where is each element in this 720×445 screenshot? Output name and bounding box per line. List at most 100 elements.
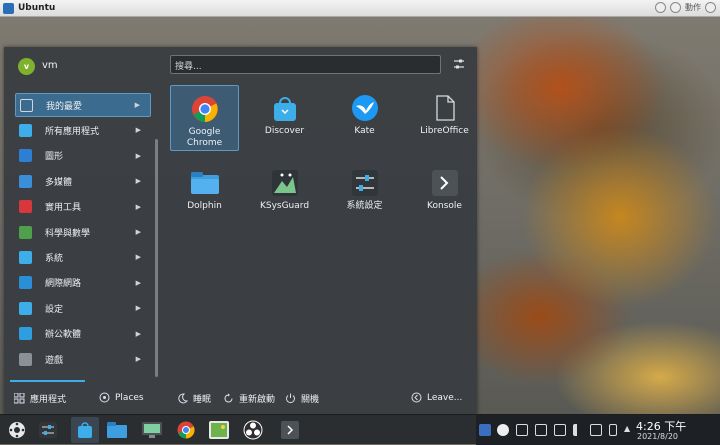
tab-places-label: Places — [115, 392, 144, 403]
system-settings-icon — [351, 170, 378, 196]
app-tile-label: Discover — [264, 126, 305, 136]
sidebar-item-3[interactable]: 多媒體 ▶ — [15, 169, 151, 193]
grid-icon — [14, 393, 25, 404]
sidebar-item-label: 我的最愛 — [46, 101, 83, 112]
chevron-right-icon: ▶ — [135, 304, 141, 313]
launcher-header: v vm 搜尋... — [4, 47, 477, 85]
app-tile-system-settings[interactable]: 系統設定 — [330, 160, 399, 226]
search-input[interactable]: 搜尋... — [170, 55, 441, 74]
chrome-icon — [191, 96, 218, 122]
notifications-icon[interactable] — [554, 424, 566, 436]
sidebar-item-8[interactable]: 設定 ▶ — [15, 296, 151, 320]
chevron-right-icon: ▶ — [135, 151, 141, 160]
taskbar: ▲ 4:26 下午 2021/8/20 — [0, 414, 720, 445]
shutdown-label: 關機 — [301, 395, 320, 405]
sidebar-item-4[interactable]: 實用工具 ▶ — [15, 195, 151, 219]
multimedia-icon — [19, 174, 32, 188]
sidebar-item-0[interactable]: 我的最愛 ▶ — [15, 93, 151, 117]
app-tile-chrome[interactable]: Google Chrome — [170, 85, 239, 151]
app-tile-dolphin[interactable]: Dolphin — [170, 160, 239, 226]
sidebar-item-7[interactable]: 網際網路 ▶ — [15, 271, 151, 295]
avatar[interactable]: v — [18, 58, 35, 75]
chevron-right-icon: ▶ — [134, 101, 140, 109]
sidebar-item-label: 實用工具 — [45, 203, 82, 214]
app-tile-discover[interactable]: Discover — [250, 85, 319, 151]
chevron-right-icon: ▶ — [135, 278, 141, 287]
shutdown-button[interactable]: 關機 — [285, 392, 319, 405]
restart-icon — [224, 393, 233, 403]
action-menu[interactable]: 動作 — [685, 2, 701, 13]
refresh-icon[interactable] — [655, 2, 666, 13]
settings-icon[interactable] — [670, 2, 681, 13]
app-tile-libreoffice[interactable]: LibreOffice — [410, 85, 479, 151]
category-sidebar: 我的最愛 ▶ 所有應用程式 ▶ 圖形 ▶ 多媒體 ▶ 實用工具 ▶ 科學與數學 ▶ 系統 ▶ 網際網路 ▶ 設定… — [10, 93, 151, 377]
taskbar-konsole[interactable] — [276, 417, 304, 443]
ksysguard-icon — [271, 170, 298, 196]
app-tile-label: Konsole — [427, 201, 462, 211]
tab-places[interactable]: Places — [99, 392, 144, 403]
discover-icon — [78, 422, 92, 438]
chevron-right-icon: ▶ — [135, 126, 141, 135]
configure-icon[interactable] — [452, 57, 466, 71]
window-title: Ubuntu — [18, 3, 56, 13]
leave-button[interactable]: Leave... — [411, 392, 462, 403]
taskbar-dolphin[interactable] — [103, 417, 131, 443]
taskbar-chrome[interactable] — [172, 417, 200, 443]
battery-icon[interactable] — [609, 424, 617, 436]
settings-icon — [19, 301, 32, 315]
sidebar-item-9[interactable]: 辦公軟體 ▶ — [15, 322, 151, 346]
konsole-icon — [281, 421, 299, 439]
compass-icon — [99, 392, 110, 403]
office-icon — [19, 327, 32, 341]
clipboard-icon[interactable] — [516, 424, 528, 436]
launcher-button[interactable] — [3, 417, 31, 443]
chevron-right-icon: ▶ — [135, 177, 141, 186]
sleep-button[interactable]: 睡眠 — [177, 392, 211, 405]
network-icon[interactable] — [590, 424, 602, 436]
application-launcher: v vm 搜尋... 我的最愛 ▶ 所有應用程式 ▶ 圖形 ▶ 多媒體 ▶ 實用工具 ▶ 科學與數學… — [4, 47, 477, 414]
volume-icon[interactable] — [573, 424, 585, 436]
screenshot-icon[interactable] — [535, 424, 547, 436]
clock-date[interactable]: 2021/8/20 — [637, 432, 678, 441]
chrome-icon — [177, 421, 195, 439]
taskbar-system-settings[interactable] — [34, 417, 62, 443]
sidebar-item-2[interactable]: 圖形 ▶ — [15, 144, 151, 168]
sleep-icon — [178, 393, 188, 404]
tray-expand-icon[interactable]: ▲ — [624, 424, 630, 433]
obs-tray-icon[interactable] — [497, 424, 509, 436]
chevron-right-icon: ▶ — [135, 355, 141, 363]
taskbar-image-viewer[interactable] — [205, 417, 233, 443]
tab-applications-label: 應用程式 — [30, 395, 67, 405]
monitor-icon — [142, 422, 162, 438]
toolbox-icon — [19, 200, 32, 214]
restart-label: 重新啟動 — [239, 395, 276, 405]
plasma-icon — [9, 422, 25, 438]
input-method-icon[interactable] — [479, 424, 491, 436]
close-icon[interactable] — [705, 2, 716, 13]
app-tile-konsole[interactable]: Konsole — [410, 160, 479, 226]
sidebar-scrollbar[interactable] — [155, 139, 158, 377]
taskbar-ksysguard[interactable] — [138, 417, 166, 443]
taskbar-discover[interactable] — [71, 417, 99, 443]
leave-label: Leave... — [427, 392, 463, 403]
sidebar-item-label: 設定 — [45, 304, 64, 315]
app-tile-label: Dolphin — [187, 201, 222, 211]
app-tile-kate[interactable]: Kate — [330, 85, 399, 151]
tab-applications[interactable]: 應用程式 — [14, 392, 66, 405]
image-viewer-icon — [209, 421, 229, 439]
sleep-label: 睡眠 — [193, 395, 212, 405]
dolphin-icon — [190, 172, 219, 194]
sidebar-item-1[interactable]: 所有應用程式 ▶ — [15, 118, 151, 142]
sidebar-item-label: 遊戲 — [45, 355, 64, 366]
app-tile-ksysguard[interactable]: KSysGuard — [250, 160, 319, 226]
launcher-footer: 應用程式 Places 睡眠 重新啟動 關機 Leave... — [4, 388, 477, 412]
chevron-right-icon: ▶ — [135, 202, 141, 211]
sidebar-item-5[interactable]: 科學與數學 ▶ — [15, 220, 151, 244]
sidebar-item-10[interactable]: 遊戲 ▶ — [15, 347, 151, 371]
chevron-right-icon: ▶ — [135, 253, 141, 262]
sidebar-item-6[interactable]: 系統 ▶ — [15, 245, 151, 269]
favorites-grid: Google Chrome Discover Kate LibreOffice Dolp… — [170, 85, 470, 385]
konsole-icon — [431, 170, 458, 196]
restart-button[interactable]: 重新啟動 — [223, 392, 275, 405]
taskbar-obs[interactable] — [239, 417, 267, 443]
